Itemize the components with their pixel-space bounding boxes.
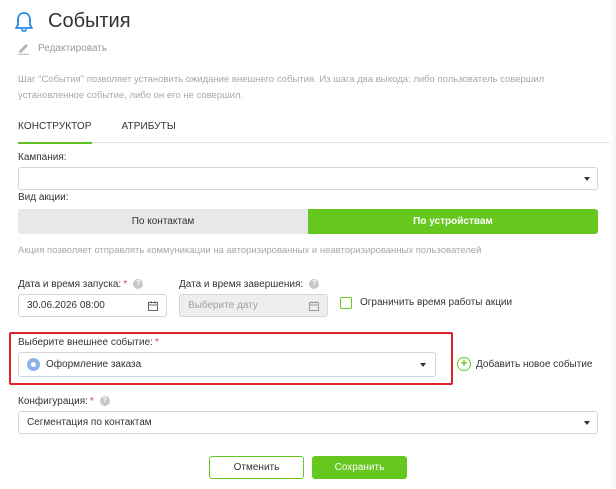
page-title: События <box>48 10 131 32</box>
required-mark: * <box>89 396 94 407</box>
help-icon[interactable]: ? <box>133 279 144 290</box>
campaign-label: Кампания: <box>18 152 67 163</box>
tab-bar: КОНСТРУКТОР АТРИБУТЫ <box>18 119 616 144</box>
start-label: Дата и время запуска: *? <box>18 279 144 290</box>
calendar-icon <box>148 301 158 311</box>
limit-time-label: Ограничить время работы акции <box>360 297 513 308</box>
chevron-down-icon <box>584 421 590 425</box>
external-event-label-text: Выберите внешнее событие: <box>18 337 153 348</box>
edit-label: Редактировать <box>38 43 108 54</box>
plus-circle-icon: + <box>457 357 471 371</box>
edit-link[interactable]: Редактировать <box>17 42 107 55</box>
help-icon[interactable]: ? <box>309 279 320 290</box>
action-type-label: Вид акции: <box>18 192 69 203</box>
chevron-down-icon <box>584 177 590 181</box>
configuration-label-text: Конфигурация: <box>18 396 88 407</box>
action-type-hint: Акция позволяет отправлять коммуникации … <box>18 245 482 256</box>
start-label-text: Дата и время запуска: <box>18 279 122 290</box>
end-datetime-placeholder: Выберите дату <box>188 300 258 311</box>
add-event-button[interactable]: + Добавить новое событие <box>457 357 592 371</box>
toggle-by-contacts[interactable]: По контактам <box>18 209 308 234</box>
toggle-by-devices[interactable]: По устройствам <box>308 209 598 234</box>
end-label: Дата и время завершения:? <box>179 279 320 290</box>
help-icon[interactable]: ? <box>99 396 110 407</box>
cancel-button[interactable]: Отменить <box>209 456 304 479</box>
configuration-select[interactable]: Сегментация по контактам <box>18 411 598 434</box>
scroll-edge <box>610 0 616 489</box>
configuration-value: Сегментация по контактам <box>27 417 152 428</box>
save-button[interactable]: Сохранить <box>312 456 407 479</box>
action-type-toggle: По контактам По устройствам <box>18 209 598 234</box>
external-event-label: Выберите внешнее событие: * <box>18 337 159 348</box>
pencil-icon <box>18 44 29 55</box>
tab-attributes[interactable]: АТРИБУТЫ <box>122 119 176 143</box>
page-header: События <box>14 10 131 33</box>
tab-constructor[interactable]: КОНСТРУКТОР <box>18 119 92 144</box>
external-event-value: Оформление заказа <box>46 359 142 370</box>
calendar-icon <box>309 301 319 311</box>
step-description: Шаг "События" позволяет установить ожида… <box>18 74 545 101</box>
event-dot-icon <box>27 358 40 371</box>
campaign-select[interactable] <box>18 167 598 190</box>
configuration-label: Конфигурация: *? <box>18 396 110 407</box>
limit-time-checkbox[interactable] <box>340 297 352 309</box>
add-event-label: Добавить новое событие <box>476 358 593 370</box>
start-datetime-value: 30.06.2026 08:00 <box>27 300 105 311</box>
end-label-text: Дата и время завершения: <box>179 279 304 290</box>
required-mark: * <box>123 279 128 290</box>
end-datetime-input[interactable]: Выберите дату <box>179 294 328 317</box>
external-event-select[interactable]: Оформление заказа <box>18 352 436 377</box>
bell-icon <box>15 11 33 32</box>
start-datetime-input[interactable]: 30.06.2026 08:00 <box>18 294 167 317</box>
chevron-down-icon <box>420 363 426 367</box>
required-mark: * <box>154 337 159 348</box>
